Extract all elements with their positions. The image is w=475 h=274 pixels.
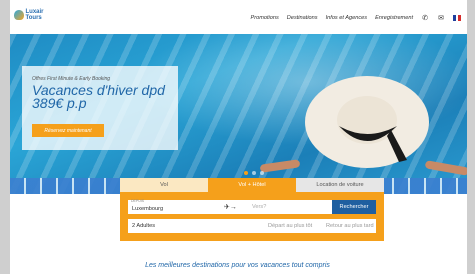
frame-right xyxy=(467,0,475,274)
return-date-field[interactable]: Retour au plus tard xyxy=(326,219,374,233)
site-header: Luxair Tours Promotions Destinations Inf… xyxy=(10,0,467,35)
phone-icon[interactable]: ✆ xyxy=(421,14,429,22)
departure-date-field[interactable]: Départ au plus tôt xyxy=(268,219,312,233)
promo-card: Offres First Minute & Early Booking Vaca… xyxy=(22,66,178,150)
sun-hat-illustration xyxy=(305,76,429,168)
passengers-select[interactable]: 2 Adultes xyxy=(132,219,155,233)
nav-promotions[interactable]: Promotions xyxy=(251,15,279,21)
carousel-dots xyxy=(244,171,264,175)
flag-icon[interactable] xyxy=(453,15,462,21)
logo[interactable]: Luxair Tours xyxy=(14,8,54,22)
logo-mark xyxy=(14,10,24,20)
tab-location-voiture[interactable]: Location de voiture xyxy=(296,178,384,192)
nav-destinations[interactable]: Destinations xyxy=(287,15,318,21)
logo-text: Luxair Tours xyxy=(25,9,44,21)
nav-infos-agences[interactable]: Infos et Agences xyxy=(326,15,367,21)
route-row: DEPUIS Luxembourg ✈→ Vers? Rechercher xyxy=(128,199,376,216)
carousel-dot[interactable] xyxy=(252,171,256,175)
tab-vol[interactable]: Vol xyxy=(120,178,208,192)
tab-vol-hotel[interactable]: Vol + Hôtel xyxy=(208,178,296,192)
dates-row: 2 Adultes Départ au plus tôt Retour au p… xyxy=(128,219,376,233)
search-button[interactable]: Rechercher xyxy=(332,200,376,214)
search-tabs: Vol Vol + Hôtel Location de voiture xyxy=(120,178,384,192)
carousel-dot[interactable] xyxy=(260,171,264,175)
section-title: Les meilleures destinations pour vos vac… xyxy=(145,262,330,269)
mail-icon[interactable]: ✉ xyxy=(437,14,445,22)
page: Luxair Tours Promotions Destinations Inf… xyxy=(0,0,475,274)
from-input[interactable]: Luxembourg xyxy=(132,202,163,216)
book-now-button[interactable]: Réservez maintenant xyxy=(32,124,104,137)
nav-enregistrement[interactable]: Enregistrement xyxy=(375,15,413,21)
frame-left xyxy=(0,0,10,274)
carousel-dot[interactable] xyxy=(244,171,248,175)
plane-icon: ✈→ xyxy=(224,204,237,211)
main-nav: Promotions Destinations Infos et Agences… xyxy=(251,14,462,22)
to-input[interactable]: Vers? xyxy=(252,200,266,214)
promo-title: Vacances d'hiver dpd 389€ p.p xyxy=(32,82,165,111)
search-panel: DEPUIS Luxembourg ✈→ Vers? Rechercher 2 … xyxy=(120,192,384,241)
